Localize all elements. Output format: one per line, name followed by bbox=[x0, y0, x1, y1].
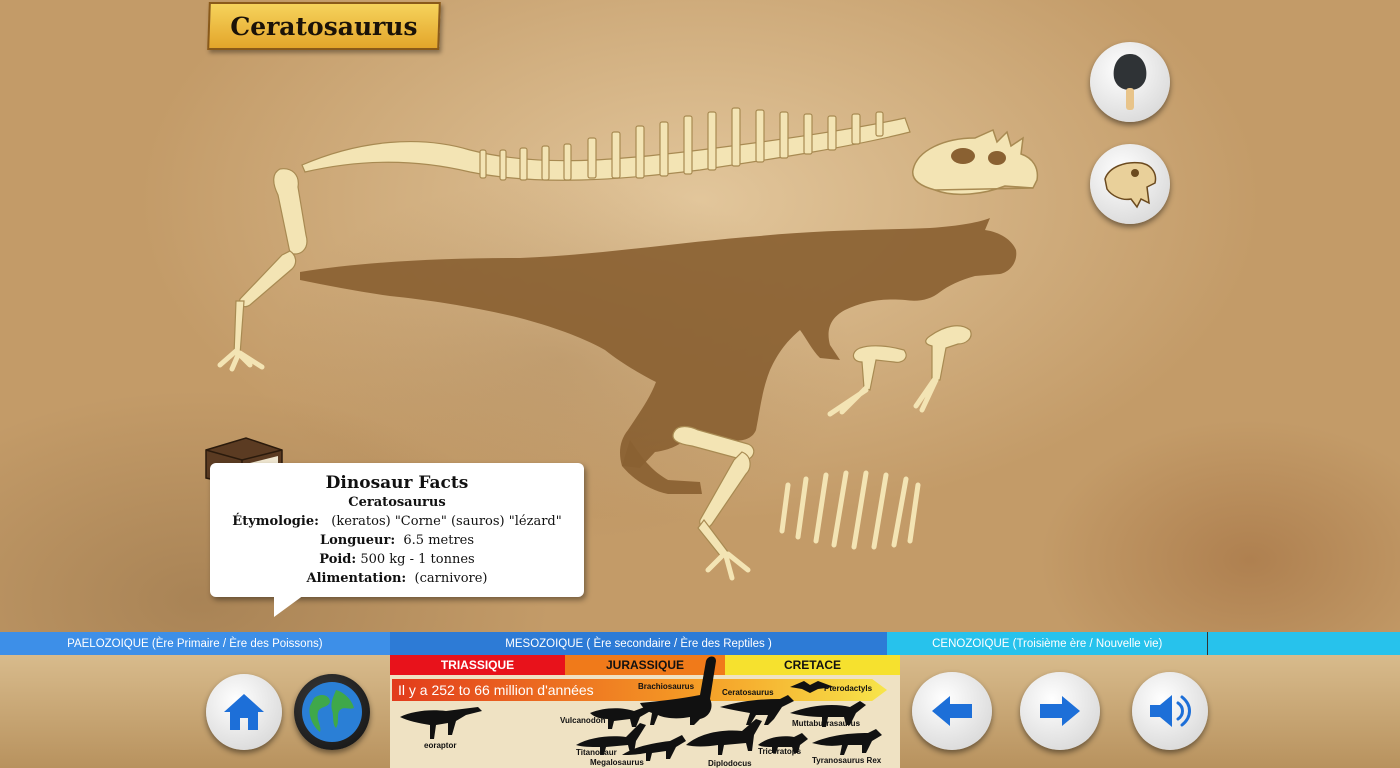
label-pterodactyls: Pterodactyls bbox=[824, 684, 873, 693]
facts-weight: Poid: 500 kg - 1 tonnes bbox=[319, 552, 475, 567]
label-ceratosaurus: Ceratosaurus bbox=[722, 688, 774, 697]
facts-heading: Dinosaur Facts bbox=[325, 473, 469, 493]
era-mesozoic[interactable]: MESOZOIQUE ( Ère secondaire / Ère des Re… bbox=[389, 632, 888, 655]
era-end bbox=[1208, 632, 1400, 655]
globe-button[interactable] bbox=[294, 674, 370, 750]
home-button[interactable] bbox=[206, 674, 282, 750]
label-triceratops: Triceratops bbox=[758, 747, 802, 756]
globe-icon bbox=[302, 682, 362, 742]
facts-name: Ceratosaurus bbox=[348, 495, 446, 510]
label-brachiosaurus: Brachiosaurus bbox=[638, 682, 695, 691]
arrow-left-icon bbox=[932, 696, 972, 726]
dinosaur-facts-card: Dinosaur Facts Ceratosaurus Étymologie: … bbox=[210, 463, 584, 617]
shovel-icon bbox=[1113, 54, 1147, 110]
dinosaur-era-panel: TRIASSIQUE JURASSIQUE CRETACE Il y a 252… bbox=[390, 655, 900, 768]
bone-skull[interactable] bbox=[905, 128, 1045, 208]
label-titanosaur: Titanosaur bbox=[576, 748, 617, 757]
bone-hind-leg-left[interactable] bbox=[210, 165, 320, 375]
era-paleozoic[interactable]: PAELOZOIQUE (Ère Primaire / Ère des Pois… bbox=[0, 632, 390, 655]
diplodocus-silhouette bbox=[686, 719, 762, 755]
sound-button[interactable] bbox=[1132, 672, 1208, 750]
label-tyrannosaurus: Tyranosaurus Rex bbox=[812, 756, 882, 765]
shovel-button[interactable] bbox=[1090, 42, 1170, 122]
bone-hind-leg-right[interactable] bbox=[668, 420, 768, 590]
era-timeline: PAELOZOIQUE (Ère Primaire / Ère des Pois… bbox=[0, 632, 1400, 655]
facts-diet: Alimentation: (carnivore) bbox=[306, 571, 488, 586]
speaker-icon bbox=[1150, 695, 1191, 727]
arrow-right-icon bbox=[1040, 696, 1080, 726]
facts-etymology: Étymologie: (keratos) "Corne" (sauros) "… bbox=[232, 514, 562, 529]
game-stage: Ceratosaurus Dinosaur Facts Ceratosaurus… bbox=[0, 0, 1400, 632]
bone-ribs[interactable] bbox=[778, 465, 928, 555]
home-icon bbox=[224, 694, 264, 730]
label-megalosaurus: Megalosaurus bbox=[590, 758, 644, 767]
label-diplodocus: Diplodocus bbox=[708, 759, 752, 768]
bone-forelimbs[interactable] bbox=[820, 318, 980, 428]
next-button[interactable] bbox=[1020, 672, 1100, 750]
dino-skull-icon bbox=[1104, 161, 1157, 209]
dinosaur-silhouettes bbox=[400, 656, 882, 761]
era-cenozoic[interactable]: CENOZOIQUE (Troisième ère / Nouvelle vie… bbox=[887, 632, 1209, 655]
label-eoraptor: eoraptor bbox=[424, 741, 457, 750]
previous-button[interactable] bbox=[912, 672, 992, 750]
label-muttaburrasaurus: Muttaburrasaurus bbox=[792, 719, 861, 728]
eoraptor-silhouette bbox=[400, 707, 482, 739]
facts-length: Longueur: 6.5 metres bbox=[319, 533, 475, 548]
tyrannosaurus-silhouette bbox=[812, 729, 882, 755]
skull-button[interactable] bbox=[1090, 144, 1170, 224]
label-vulcanodon: Vulcanodon bbox=[560, 716, 606, 725]
